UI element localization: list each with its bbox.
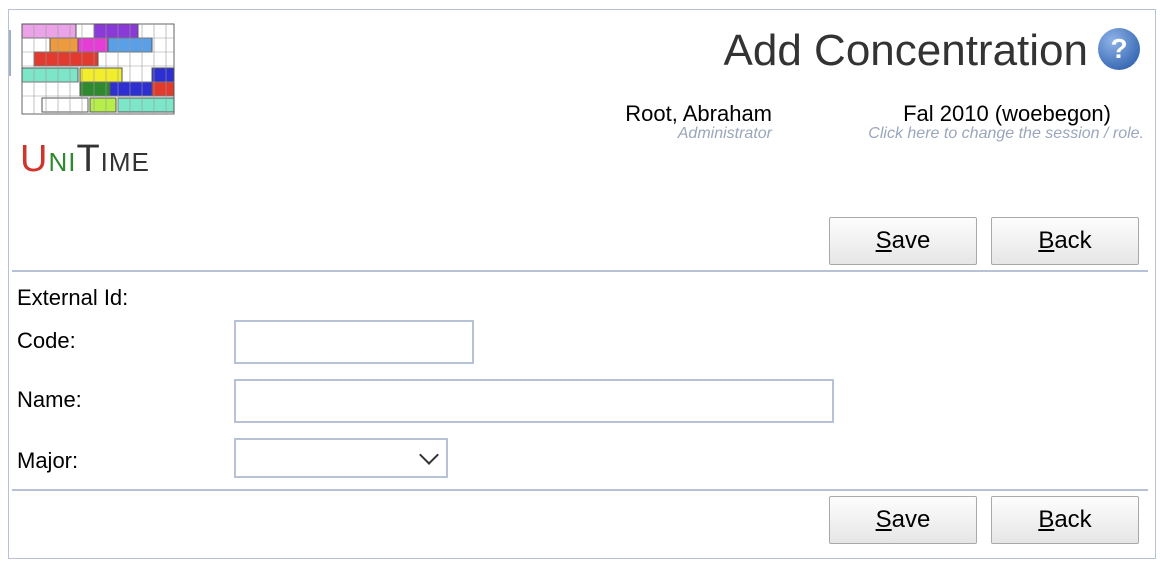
save-button-bottom[interactable]: Save	[829, 496, 977, 544]
page-title: Add Concentration	[723, 26, 1088, 75]
help-icon[interactable]: ?	[1098, 28, 1140, 70]
major-label: Major:	[17, 448, 79, 473]
session-info[interactable]: Fal 2010 (woebegon) Click here to change…	[868, 101, 1144, 143]
user-role: Administrator	[677, 125, 772, 142]
user-info[interactable]: Root, Abraham Administrator	[625, 101, 772, 143]
back-button-top[interactable]: Back	[991, 217, 1139, 265]
back-button-bottom[interactable]: Back	[991, 496, 1139, 544]
divider-top	[12, 270, 1148, 272]
save-button-top[interactable]: Save	[829, 217, 977, 265]
user-name: Root, Abraham	[625, 101, 772, 126]
name-input[interactable]	[234, 379, 834, 423]
session-change-hint: Click here to change the session / role.	[868, 125, 1144, 142]
name-label: Name:	[17, 387, 82, 412]
chevron-down-icon	[419, 445, 439, 465]
divider-bottom	[12, 489, 1148, 491]
left-edge-marker	[9, 30, 11, 76]
code-label: Code:	[17, 328, 76, 353]
logo-wordmark: UNITIME	[20, 138, 150, 180]
page-frame	[8, 9, 1156, 559]
major-select[interactable]	[234, 438, 448, 478]
session-name: Fal 2010 (woebegon)	[903, 101, 1111, 126]
code-input[interactable]	[234, 320, 474, 364]
external-id-label: External Id:	[17, 285, 129, 310]
